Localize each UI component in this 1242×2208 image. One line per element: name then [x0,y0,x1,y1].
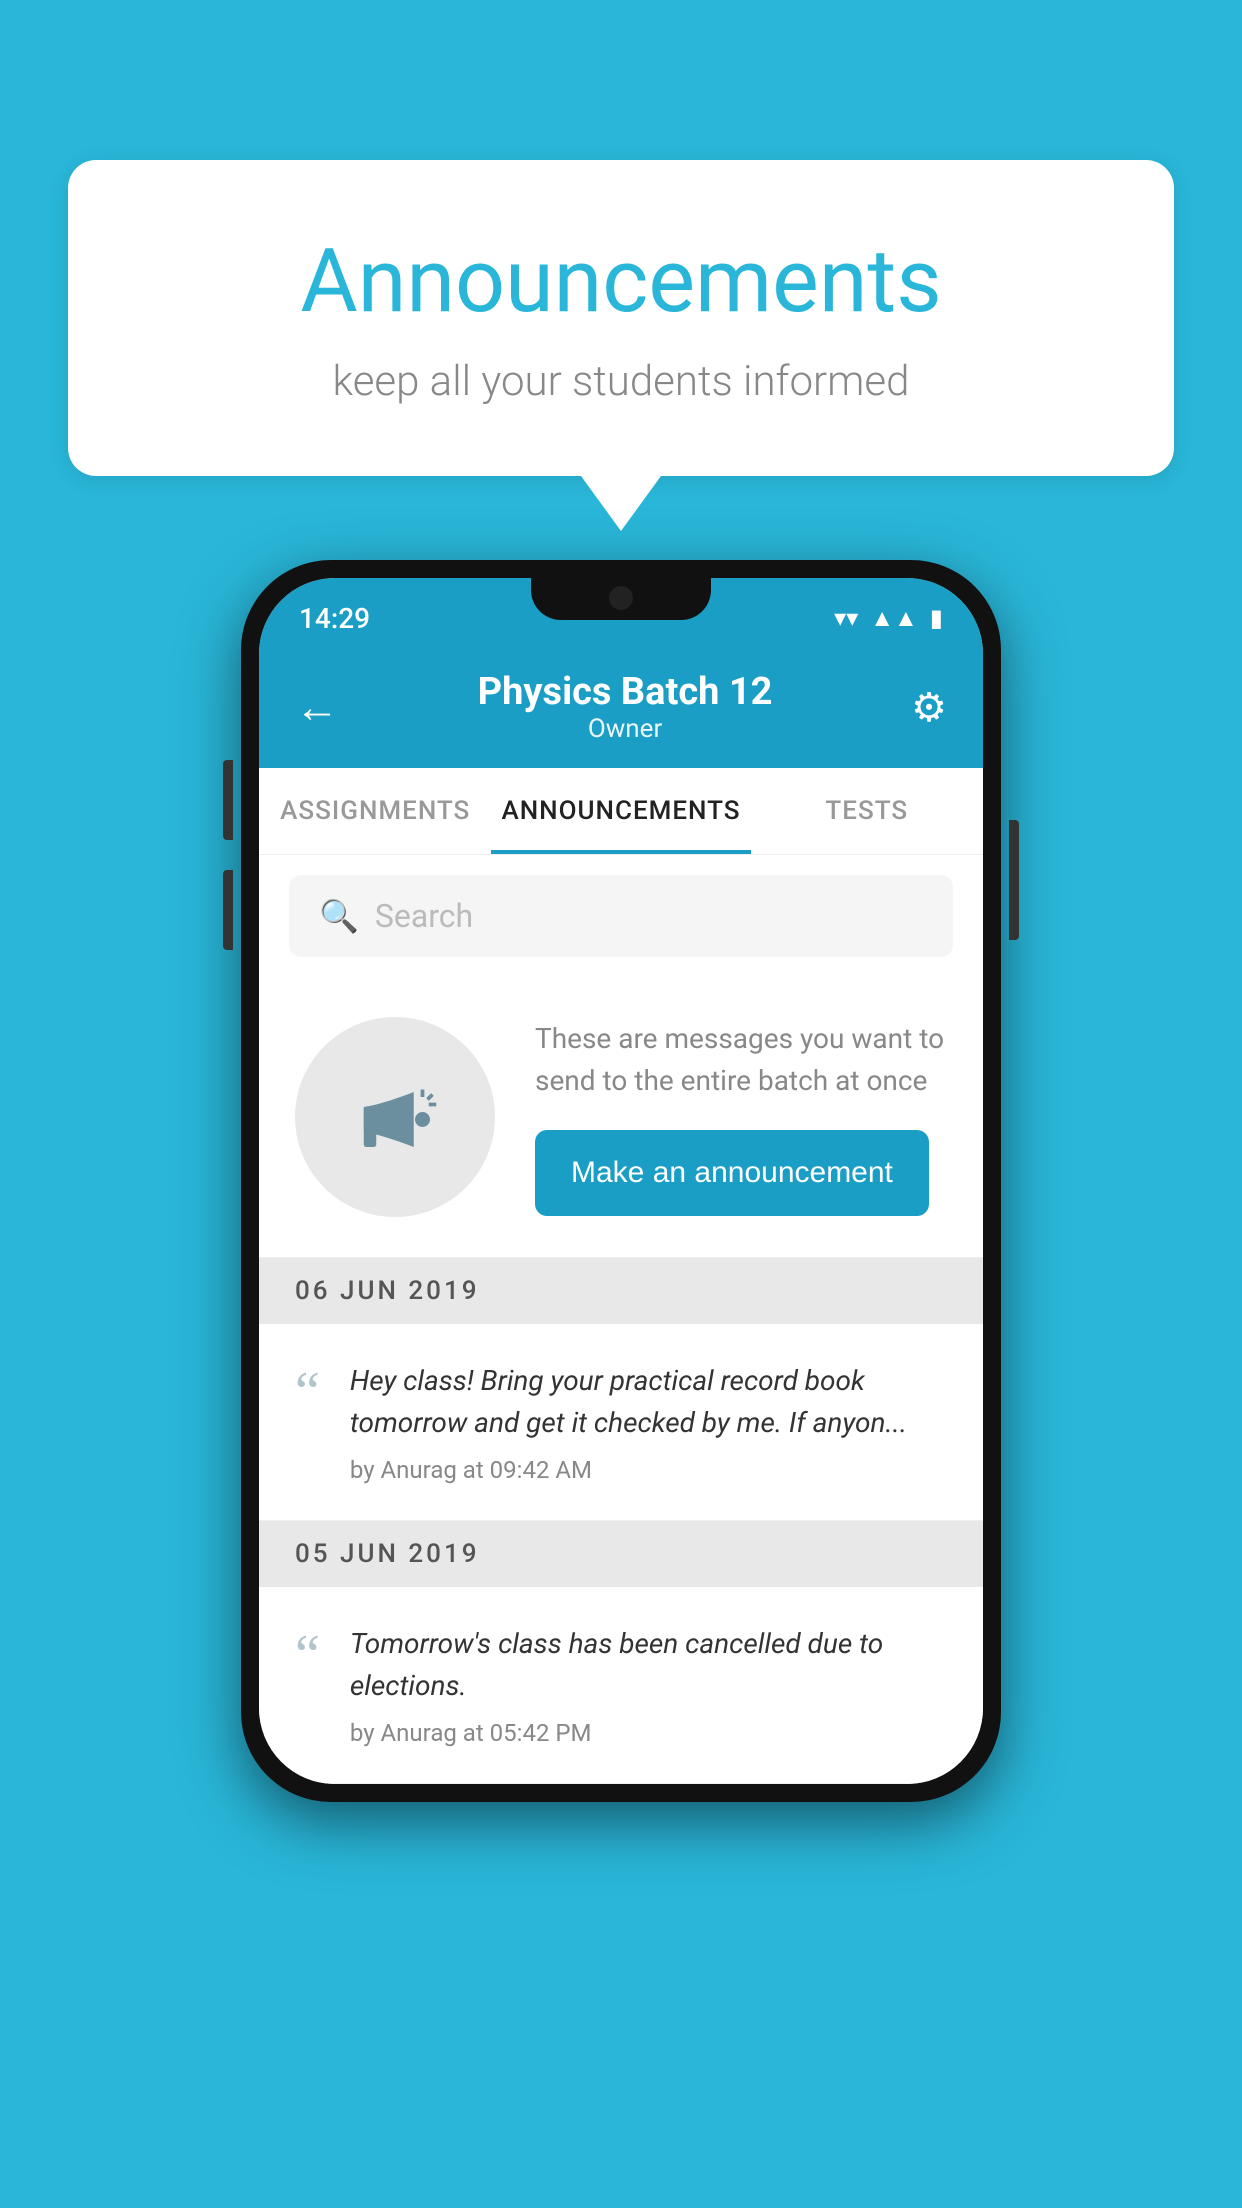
announce-prompt: These are messages you want to send to t… [259,977,983,1258]
announce-meta-1: by Anurag at 09:42 AM [350,1456,947,1484]
announcement-item-1[interactable]: “ Hey class! Bring your practical record… [259,1324,983,1521]
header-center: Physics Batch 12 Owner [478,670,773,744]
tab-assignments[interactable]: ASSIGNMENTS [259,768,491,854]
wifi-icon: ▾▾ [834,604,858,632]
phone-screen: 14:29 ▾▾ ▲▲ ▮ ← Physics Batch 12 Owner ⚙ [259,578,983,1784]
header-subtitle: Owner [478,714,773,744]
front-camera [609,586,633,610]
announce-message-1: Hey class! Bring your practical record b… [350,1360,947,1444]
volume-down-button [223,870,233,950]
quote-icon-1: “ [295,1364,320,1420]
search-icon: 🔍 [319,897,359,935]
back-button[interactable]: ← [295,681,339,733]
speech-bubble: Announcements keep all your students inf… [68,160,1174,476]
tabs-bar: ASSIGNMENTS ANNOUNCEMENTS TESTS [259,768,983,855]
speech-bubble-arrow [581,476,661,531]
speech-bubble-title: Announcements [128,230,1114,333]
announce-meta-2: by Anurag at 05:42 PM [350,1719,947,1747]
settings-icon[interactable]: ⚙ [911,684,947,731]
tab-announcements[interactable]: ANNOUNCEMENTS [491,768,750,854]
announcement-item-2[interactable]: “ Tomorrow's class has been cancelled du… [259,1587,983,1784]
make-announcement-button[interactable]: Make an announcement [535,1130,929,1216]
speech-bubble-subtitle: keep all your students informed [128,357,1114,406]
search-placeholder: Search [375,897,473,935]
phone-outer: 14:29 ▾▾ ▲▲ ▮ ← Physics Batch 12 Owner ⚙ [241,560,1001,1802]
date-divider-1: 06 JUN 2019 [259,1258,983,1324]
announce-content-2: Tomorrow's class has been cancelled due … [350,1623,947,1747]
search-field[interactable]: 🔍 Search [289,875,953,957]
battery-icon: ▮ [930,604,943,632]
phone-notch [531,578,711,620]
announce-content-1: Hey class! Bring your practical record b… [350,1360,947,1484]
volume-up-button [223,760,233,840]
signal-icon: ▲▲ [870,604,918,633]
tab-tests[interactable]: TESTS [751,768,983,854]
announce-message-2: Tomorrow's class has been cancelled due … [350,1623,947,1707]
search-bar: 🔍 Search [259,855,983,977]
app-header: ← Physics Batch 12 Owner ⚙ [259,650,983,768]
status-icons: ▾▾ ▲▲ ▮ [834,604,943,633]
date-divider-2: 05 JUN 2019 [259,1521,983,1587]
header-title: Physics Batch 12 [478,670,773,714]
megaphone-icon [345,1067,445,1167]
announce-right: These are messages you want to send to t… [535,1018,947,1216]
power-button [1009,820,1019,940]
announce-icon-circle [295,1017,495,1217]
phone-mockup: 14:29 ▾▾ ▲▲ ▮ ← Physics Batch 12 Owner ⚙ [241,560,1001,1802]
quote-icon-2: “ [295,1627,320,1683]
speech-bubble-container: Announcements keep all your students inf… [68,160,1174,531]
status-time: 14:29 [299,602,370,635]
announce-description: These are messages you want to send to t… [535,1018,947,1102]
